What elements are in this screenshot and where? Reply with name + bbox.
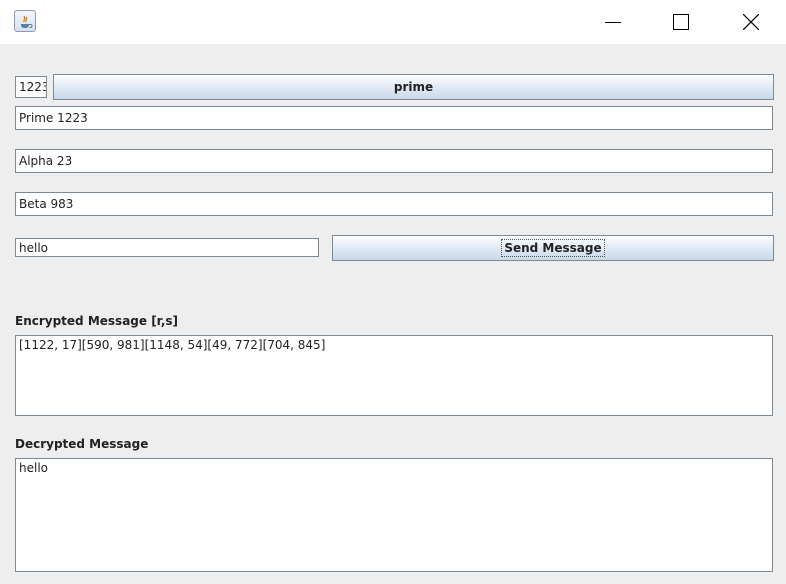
title-bar — [0, 0, 786, 44]
java-coffee-cup-icon[interactable] — [14, 10, 36, 32]
decrypted-message-area[interactable]: hello — [15, 458, 773, 572]
prime-field[interactable] — [15, 106, 773, 130]
prime-button[interactable]: prime — [53, 74, 774, 100]
encrypted-message-area[interactable]: [1122, 17][590, 981][1148, 54][49, 772][… — [15, 335, 773, 416]
decrypted-message-label: Decrypted Message — [15, 437, 149, 451]
alpha-field[interactable] — [15, 149, 773, 173]
minimize-button[interactable] — [590, 0, 636, 44]
beta-field[interactable] — [15, 192, 773, 216]
maximize-icon — [673, 14, 689, 30]
send-message-button[interactable]: Send Message — [332, 235, 774, 261]
message-input[interactable] — [15, 238, 319, 257]
maximize-button[interactable] — [658, 0, 704, 44]
content-pane: prime Send Message Encrypted Message [r,… — [0, 44, 786, 584]
encrypted-message-label: Encrypted Message [r,s] — [15, 314, 179, 328]
prime-number-input[interactable] — [15, 76, 47, 98]
minimize-icon — [605, 22, 621, 23]
send-message-label: Send Message — [501, 239, 605, 257]
close-button[interactable] — [728, 0, 774, 44]
close-icon — [743, 14, 759, 30]
